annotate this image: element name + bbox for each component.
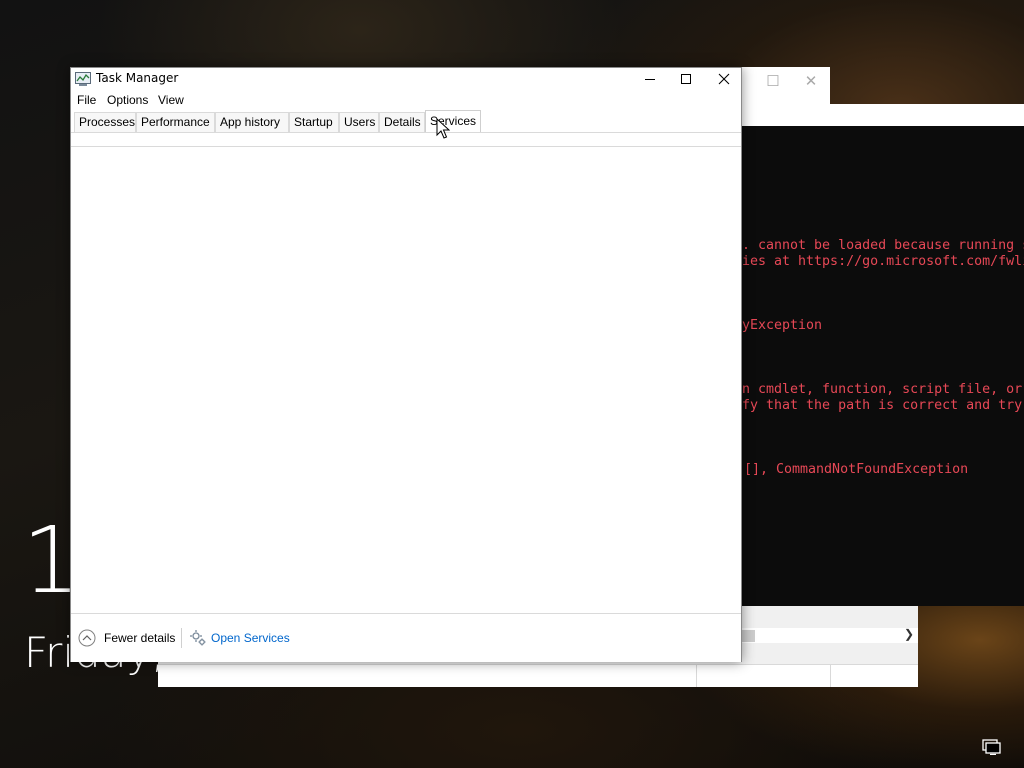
tab-divider <box>71 132 741 133</box>
status-separator <box>830 665 831 687</box>
task-manager-app-icon <box>75 72 91 86</box>
footer: Fewer details Open Services <box>71 613 741 662</box>
tab-performance[interactable]: Performance <box>136 112 215 132</box>
chevron-up-circle-icon[interactable] <box>78 629 96 647</box>
horizontal-scrollbar[interactable]: ❯ <box>741 627 918 643</box>
background-maximize-button[interactable]: ☐ <box>758 71 788 93</box>
menu-file[interactable]: File <box>77 93 96 107</box>
menu-bar: File Options View <box>71 90 741 110</box>
scrollbar-thumb[interactable] <box>741 630 755 642</box>
tab-users[interactable]: Users <box>339 112 379 132</box>
tab-details[interactable]: Details <box>379 112 425 132</box>
menu-view[interactable]: View <box>158 93 184 107</box>
maximize-button[interactable] <box>667 68 705 90</box>
tab-services[interactable]: Services <box>425 110 481 133</box>
window-title: Task Manager <box>96 71 179 85</box>
mouse-cursor-icon <box>436 118 450 139</box>
background-close-button[interactable]: ✕ <box>796 71 826 93</box>
status-separator <box>696 665 697 687</box>
task-manager-window[interactable]: Task Manager File Options View Processes… <box>70 67 742 662</box>
title-bar[interactable]: Task Manager <box>71 68 741 90</box>
console-line: n cmdlet, function, script file, or <box>742 382 1024 397</box>
tab-processes[interactable]: Processes <box>74 112 136 132</box>
console-line: . cannot be loaded because running s <box>742 238 1024 253</box>
console-line: fy that the path is correct and try <box>742 398 1023 413</box>
network-icon[interactable] <box>982 739 1002 755</box>
open-services-link[interactable]: Open Services <box>211 631 290 645</box>
console-line: [], CommandNotFoundException <box>744 462 969 477</box>
minimize-icon <box>645 79 655 80</box>
menu-options[interactable]: Options <box>107 93 148 107</box>
tab-startup[interactable]: Startup <box>289 112 339 132</box>
console-line: ies at https://go.microsoft.com/fwli <box>742 254 1024 269</box>
maximize-icon <box>681 74 691 84</box>
background-status-bar <box>158 664 918 687</box>
fewer-details-button[interactable]: Fewer details <box>104 631 175 645</box>
tab-app-history[interactable]: App history <box>215 112 289 132</box>
close-icon <box>718 73 730 85</box>
minimize-button[interactable] <box>631 68 669 90</box>
close-button[interactable] <box>705 68 743 90</box>
console-line: yException <box>742 318 823 333</box>
services-list-area[interactable] <box>71 147 741 613</box>
tab-strip: Processes Performance App history Startu… <box>71 110 741 133</box>
scroll-right-arrow-icon[interactable]: ❯ <box>904 627 914 641</box>
gear-services-icon[interactable] <box>189 629 207 647</box>
footer-separator <box>181 628 182 648</box>
